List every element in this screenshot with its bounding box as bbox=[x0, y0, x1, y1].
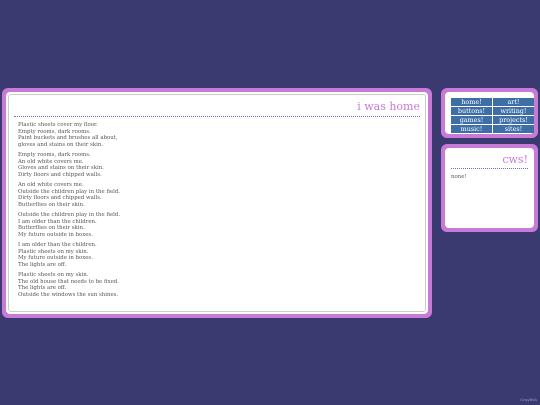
poem-stanza: I am older than the children. Plastic sh… bbox=[18, 242, 418, 268]
credit-text: Crayfish bbox=[520, 397, 537, 402]
poem-line: gloves and stains on their skin. bbox=[18, 141, 104, 148]
nav-link-buttons[interactable]: buttons! bbox=[451, 107, 492, 115]
poem-stanza: Empty rooms, dark rooms. An old white co… bbox=[18, 152, 418, 178]
poem-line: Dirty floors and chipped walls. bbox=[18, 171, 102, 178]
main-panel: i was home Plastic sheets cover my floor… bbox=[2, 88, 432, 318]
nav-menu: home! art! buttons! writing! games! proj… bbox=[451, 98, 534, 133]
content-warnings-title: cws! bbox=[502, 153, 528, 166]
nav-panel: home! art! buttons! writing! games! proj… bbox=[441, 88, 538, 138]
content-warnings-content: cws! none! bbox=[445, 148, 534, 228]
nav-link-projects[interactable]: projects! bbox=[493, 116, 534, 124]
poem-line: Outside the windows the sun shines. bbox=[18, 291, 119, 298]
nav-link-writing[interactable]: writing! bbox=[493, 107, 534, 115]
poem-line: The lights are off. bbox=[18, 261, 67, 268]
nav-link-sites[interactable]: sites! bbox=[493, 125, 534, 133]
poem-stanza: Plastic sheets cover my floor. Empty roo… bbox=[18, 122, 418, 148]
poem-text: Plastic sheets cover my floor. Empty roo… bbox=[18, 122, 418, 308]
main-panel-content: i was home Plastic sheets cover my floor… bbox=[6, 92, 428, 314]
content-warnings-text: none! bbox=[451, 174, 467, 180]
poem-line: My future outside in boxes. bbox=[18, 231, 93, 238]
content-warnings-panel: cws! none! bbox=[441, 144, 538, 232]
poem-line: Butterflies on their skin. bbox=[18, 201, 85, 208]
poem-stanza: Plastic sheets on my skin. The old house… bbox=[18, 272, 418, 298]
poem-stanza: An old white covers me. Outside the chil… bbox=[18, 182, 418, 208]
title-divider bbox=[14, 116, 420, 117]
nav-link-music[interactable]: music! bbox=[451, 125, 492, 133]
nav-link-home[interactable]: home! bbox=[451, 98, 492, 106]
poem-stanza: Outside the children play in the field. … bbox=[18, 212, 418, 238]
nav-panel-content: home! art! buttons! writing! games! proj… bbox=[445, 92, 534, 134]
page-title: i was home bbox=[357, 100, 420, 113]
nav-link-art[interactable]: art! bbox=[493, 98, 534, 106]
content-warnings-divider bbox=[451, 168, 528, 169]
nav-link-games[interactable]: games! bbox=[451, 116, 492, 124]
